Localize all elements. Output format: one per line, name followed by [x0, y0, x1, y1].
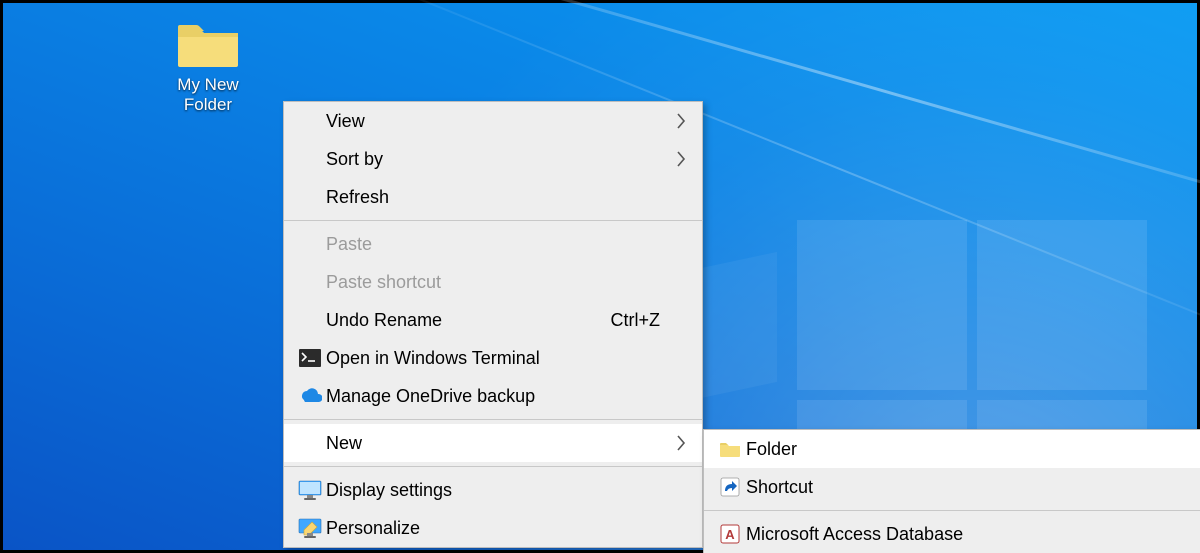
menu-item-label: Personalize: [326, 518, 660, 539]
menu-item-label: Microsoft Access Database: [746, 524, 1158, 545]
personalize-icon: [294, 518, 326, 538]
menu-item-label: Manage OneDrive backup: [326, 386, 660, 407]
menu-item-label: Refresh: [326, 187, 660, 208]
monitor-icon: [294, 480, 326, 500]
shortcut-icon: [714, 477, 746, 497]
chevron-right-icon: [660, 151, 686, 167]
folder-icon: [714, 440, 746, 458]
new-submenu: Folder Shortcut A Microsoft Access Data: [703, 429, 1200, 553]
menu-item-display-settings[interactable]: Display settings: [284, 471, 702, 509]
chevron-right-icon: [660, 113, 686, 129]
access-icon: A: [714, 524, 746, 544]
menu-separator: [284, 220, 702, 221]
menu-item-open-terminal[interactable]: Open in Windows Terminal: [284, 339, 702, 377]
menu-separator: [284, 466, 702, 467]
menu-item-label: Paste: [326, 234, 660, 255]
menu-item-sort-by[interactable]: Sort by: [284, 140, 702, 178]
menu-item-undo-rename[interactable]: Undo Rename Ctrl+Z: [284, 301, 702, 339]
menu-item-label: Folder: [746, 439, 1158, 460]
menu-item-label: Undo Rename: [326, 310, 581, 331]
folder-icon: [176, 17, 240, 69]
menu-item-manage-onedrive[interactable]: Manage OneDrive backup: [284, 377, 702, 415]
menu-item-paste: Paste: [284, 225, 702, 263]
menu-item-label: Shortcut: [746, 477, 1158, 498]
menu-separator: [284, 419, 702, 420]
submenu-item-shortcut[interactable]: Shortcut: [704, 468, 1200, 506]
menu-separator: [704, 510, 1200, 511]
menu-item-new[interactable]: New: [284, 424, 702, 462]
menu-item-label: New: [326, 433, 660, 454]
submenu-item-access-db[interactable]: A Microsoft Access Database: [704, 515, 1200, 553]
desktop-folder-my-new-folder[interactable]: My New Folder: [153, 17, 263, 114]
chevron-right-icon: [660, 435, 686, 451]
menu-item-label: View: [326, 111, 660, 132]
onedrive-icon: [294, 388, 326, 404]
submenu-item-folder[interactable]: Folder: [704, 430, 1200, 468]
menu-item-paste-shortcut: Paste shortcut: [284, 263, 702, 301]
menu-item-label: Open in Windows Terminal: [326, 348, 660, 369]
menu-item-personalize[interactable]: Personalize: [284, 509, 702, 547]
desktop[interactable]: My New Folder View Sort by Refresh Paste: [0, 0, 1200, 553]
menu-item-refresh[interactable]: Refresh: [284, 178, 702, 216]
menu-item-view[interactable]: View: [284, 102, 702, 140]
desktop-context-menu: View Sort by Refresh Paste Paste short: [283, 101, 703, 548]
terminal-icon: [294, 349, 326, 367]
menu-item-label: Sort by: [326, 149, 660, 170]
menu-item-shortcut: Ctrl+Z: [611, 310, 661, 331]
desktop-folder-label: My New Folder: [153, 75, 263, 114]
menu-item-label: Paste shortcut: [326, 272, 660, 293]
menu-item-label: Display settings: [326, 480, 660, 501]
svg-text:A: A: [725, 527, 735, 542]
